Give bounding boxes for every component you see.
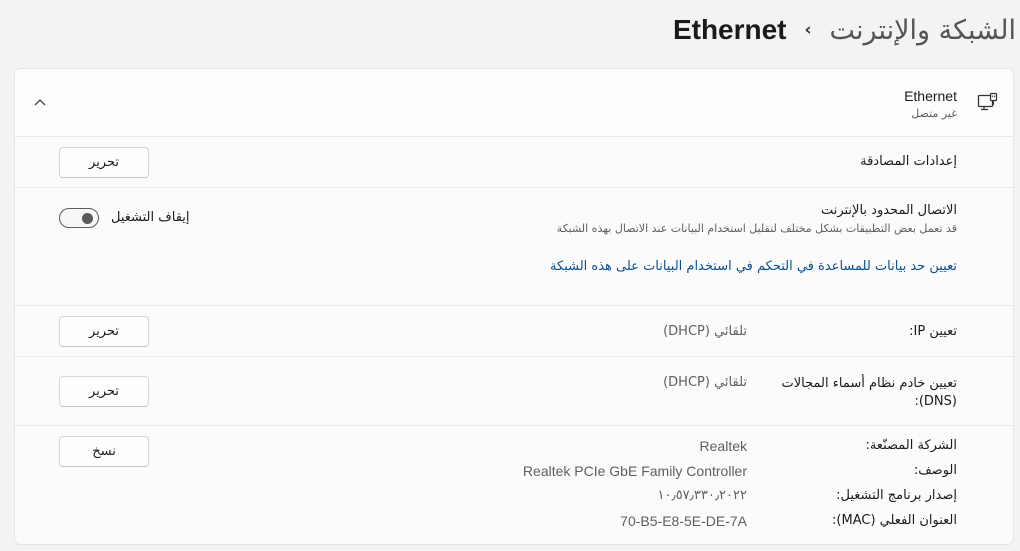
ip-edit-button[interactable]: تحرير (59, 316, 149, 347)
property-label: الشركة المصنّعة: (865, 438, 957, 453)
property-label: العنوان الفعلي (MAC): (832, 513, 957, 528)
page-title: Ethernet (672, 14, 787, 45)
ip-assignment-row: تعيين IP: تلقائي (DHCP) تحرير (15, 306, 1013, 357)
metered-label: الاتصال المحدود بالإنترنت (820, 203, 957, 218)
dns-edit-button[interactable]: تحرير (59, 376, 149, 407)
property-value: 70-B5-E8-5E-DE-7A (620, 513, 747, 529)
ip-assignment-value: تلقائي (DHCP) (663, 324, 747, 339)
adapter-properties-row: الشركة المصنّعة: Realtek الوصف: Realtek … (15, 426, 1013, 544)
toggle-knob (82, 213, 93, 224)
adapter-status: غير متصل (911, 107, 957, 120)
auth-settings-label: إعدادات المصادقة (860, 154, 957, 169)
auth-settings-row: إعدادات المصادقة تحرير (15, 137, 1013, 188)
property-label: إصدار برنامج التشغيل: (836, 488, 957, 503)
metered-description: قد تعمل بعض التطبيقات بشكل مختلف لتقليل … (556, 222, 957, 235)
property-value: Realtek (699, 438, 747, 454)
metered-toggle[interactable] (59, 208, 99, 228)
chevron-up-icon[interactable] (33, 97, 47, 107)
auth-edit-button[interactable]: تحرير (59, 147, 149, 178)
breadcrumb-parent[interactable]: الشبكة والإنترنت (830, 15, 1016, 46)
adapter-info: Ethernet غير متصل (904, 88, 957, 120)
ip-assignment-label: تعيين IP: (909, 324, 957, 339)
adapter-header[interactable]: Ethernet غير متصل (15, 69, 1013, 137)
chevron-left-icon: › (804, 20, 812, 40)
property-label: الوصف: (913, 463, 957, 478)
ethernet-settings-panel: Ethernet غير متصل إعدادات المصادقة تحرير… (14, 68, 1014, 545)
copy-button[interactable]: نسخ (59, 436, 149, 467)
dns-assignment-value: تلقائي (DHCP) (663, 375, 747, 390)
property-value: ١٠٫٥٧٫٣٣٠٫٢٠٢٢ (657, 488, 747, 503)
data-limit-link[interactable]: تعيين حد بيانات للمساعدة في التحكم في اس… (550, 259, 957, 274)
ethernet-icon (977, 92, 998, 111)
adapter-name: Ethernet (904, 88, 957, 104)
metered-toggle-label: إيقاف التشغيل (111, 210, 190, 225)
metered-connection-row: الاتصال المحدود بالإنترنت قد تعمل بعض ال… (15, 188, 1013, 306)
breadcrumb: الشبكة والإنترنت › Ethernet (673, 14, 1016, 46)
dns-label-line2: (DNS): (914, 394, 957, 409)
property-value: Realtek PCIe GbE Family Controller (522, 463, 747, 479)
dns-label-line1: تعيين خادم نظام أسماء المجالات (781, 376, 957, 391)
dns-assignment-row: تعيين خادم نظام أسماء المجالات (DNS): تل… (15, 357, 1013, 426)
